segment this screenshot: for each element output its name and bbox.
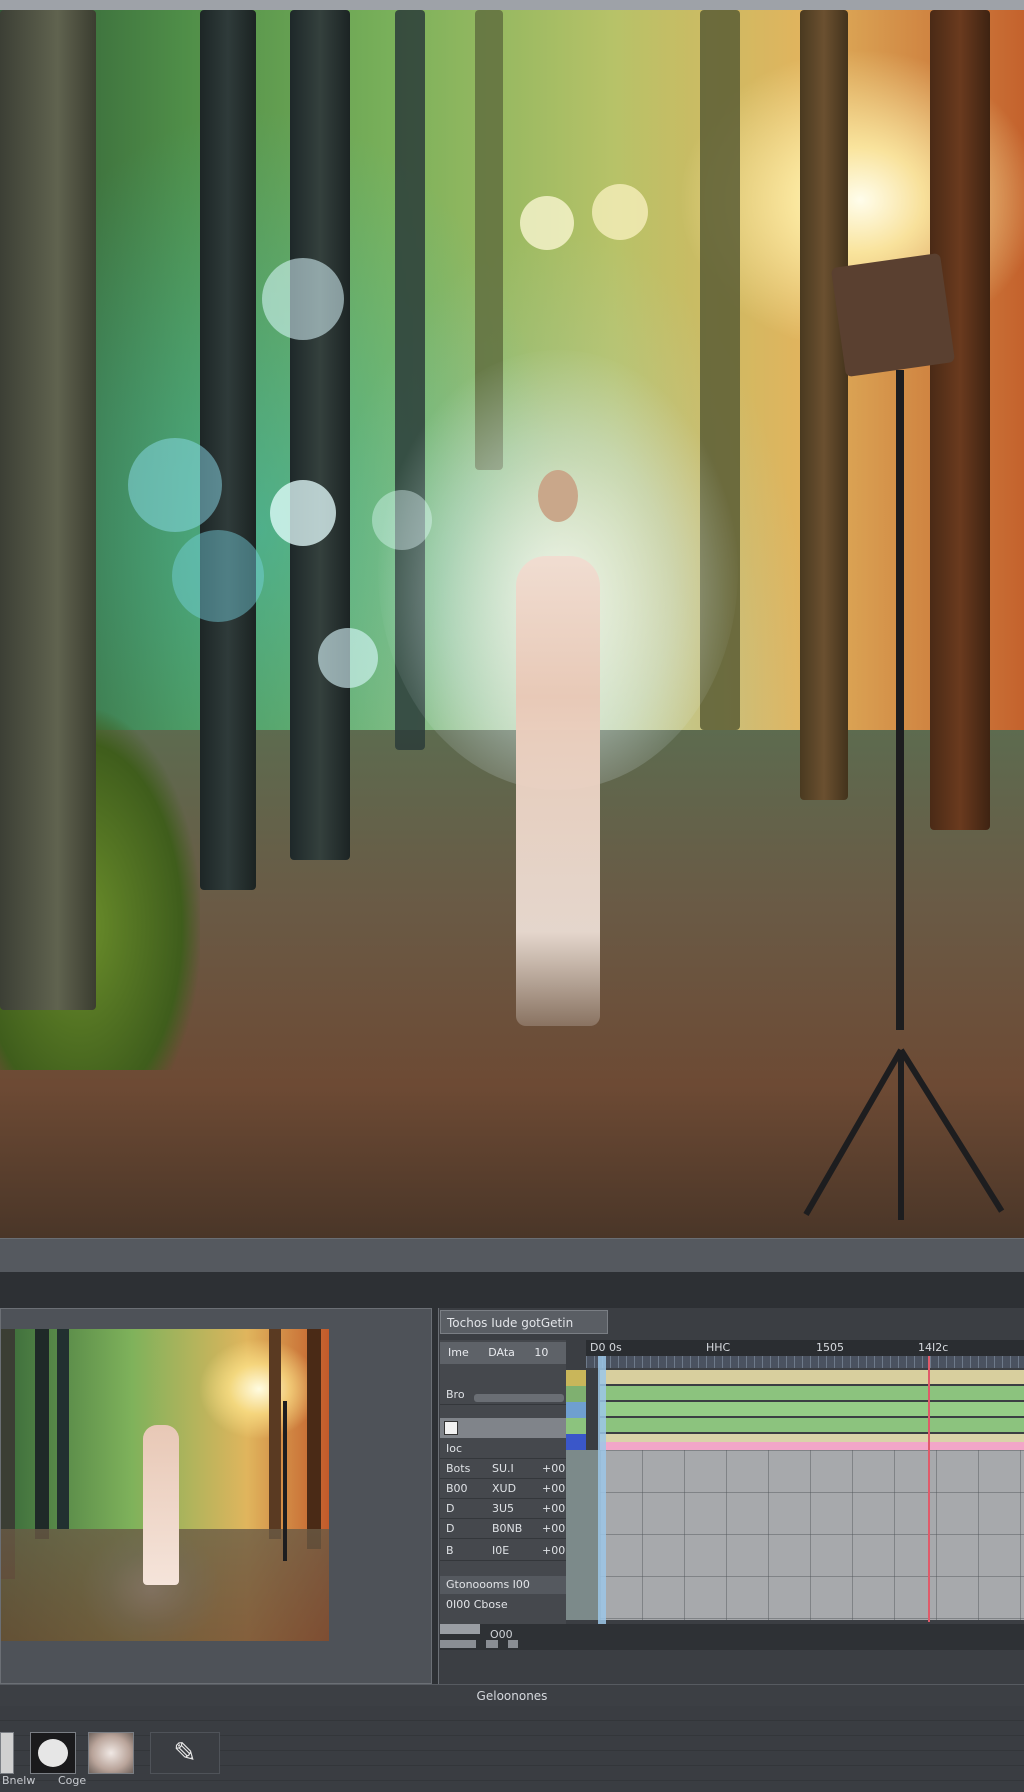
property-key: B00: [446, 1482, 468, 1495]
timeline-ticks[interactable]: [586, 1356, 1024, 1368]
property-key: D: [446, 1522, 455, 1535]
keyframe-grid[interactable]: [600, 1450, 1024, 1620]
lamp-leg: [898, 1050, 904, 1220]
preview-tree: [290, 10, 350, 860]
track-color-keys: [566, 1370, 586, 1450]
lamp-pole: [896, 370, 904, 1030]
brush-label: Bnelw: [2, 1774, 36, 1787]
bokeh-light: [128, 438, 222, 532]
property-key: Ioc: [446, 1442, 463, 1455]
property-value: SU.I: [492, 1462, 514, 1475]
playhead[interactable]: [598, 1356, 606, 1650]
property-value: XUD: [492, 1482, 517, 1495]
soft-brush-preset[interactable]: [88, 1732, 134, 1774]
color-swatch[interactable]: [444, 1421, 458, 1435]
bokeh-light: [318, 628, 378, 688]
timeline-track[interactable]: [600, 1418, 1024, 1432]
figure-dress: [516, 556, 600, 1026]
status-bar: Geloonones: [0, 1684, 1024, 1707]
footer-button[interactable]: [440, 1624, 480, 1634]
bokeh-light: [592, 184, 648, 240]
ruler-label: 14I2c: [918, 1341, 949, 1354]
brush-label: Coge: [58, 1774, 87, 1787]
layer-group[interactable]: 0I00 Cbose: [440, 1596, 566, 1614]
footer-button[interactable]: [486, 1640, 498, 1648]
property-offset: +00: [542, 1482, 566, 1495]
property-key: B: [446, 1544, 454, 1557]
thumb-tree: [35, 1329, 49, 1539]
lamp-head: [830, 252, 956, 378]
bokeh-light: [270, 480, 336, 546]
property-row[interactable]: B I0E +00: [440, 1542, 566, 1561]
timeline-track[interactable]: [600, 1386, 1024, 1400]
thumbnail-panel: [0, 1308, 432, 1684]
property-key: D: [446, 1502, 455, 1515]
timeline-track[interactable]: [600, 1442, 1024, 1450]
property-value: I0E: [492, 1544, 510, 1557]
tab-ten[interactable]: 10: [526, 1342, 556, 1364]
thumbnail-preview[interactable]: [1, 1329, 329, 1641]
property-key: Bots: [446, 1462, 471, 1475]
canvas-preview[interactable]: [0, 10, 1024, 1238]
property-offset: +00: [542, 1544, 566, 1557]
timeline-footer: O00: [440, 1624, 1024, 1650]
timeline-track[interactable]: [600, 1370, 1024, 1384]
marker-line[interactable]: [928, 1356, 930, 1622]
preview-tree: [800, 10, 848, 800]
brush-preset[interactable]: [0, 1732, 14, 1774]
ruler-label: HHC: [706, 1341, 731, 1354]
color-row[interactable]: [440, 1418, 566, 1438]
property-offset: +00: [542, 1462, 566, 1475]
thumb-tree: [57, 1329, 69, 1529]
layer-group[interactable]: Gtonoooms I00: [440, 1576, 566, 1594]
preview-figure: [378, 350, 738, 1030]
thumb-lamp: [283, 1401, 287, 1561]
bokeh-light: [172, 530, 264, 622]
studio-lamp: [803, 220, 1005, 1220]
bokeh-light: [262, 258, 344, 340]
tab-data[interactable]: DAta: [480, 1342, 523, 1364]
preview-tree: [930, 10, 990, 830]
property-row[interactable]: Bots SU.I +00: [440, 1460, 566, 1479]
round-brush-preset[interactable]: [30, 1732, 76, 1774]
pen-icon[interactable]: ✎: [150, 1732, 220, 1774]
bokeh-light: [520, 196, 574, 250]
property-offset: +00: [542, 1522, 566, 1535]
footer-button[interactable]: [440, 1640, 476, 1648]
property-offset: +00: [542, 1502, 566, 1515]
timeline-ruler[interactable]: D0 0s HHC 1505 14I2c: [586, 1340, 1024, 1356]
thumb-tree: [269, 1329, 281, 1539]
property-value: B0NB: [492, 1522, 523, 1535]
status-text: Geloonones: [476, 1689, 548, 1703]
thumb-tree: [307, 1329, 321, 1549]
opacity-slider[interactable]: [474, 1394, 564, 1402]
property-value: 3U5: [492, 1502, 515, 1515]
timeline-track[interactable]: [600, 1402, 1024, 1416]
preview-tree: [200, 10, 256, 890]
panel-divider[interactable]: [0, 1238, 1024, 1274]
property-row[interactable]: B00 XUD +00: [440, 1480, 566, 1499]
preview-tree: [0, 10, 96, 1010]
property-tabs: Ime DAta 10: [440, 1342, 566, 1364]
property-key: Bro: [446, 1388, 465, 1401]
timeline-title[interactable]: Tochos Iude gotGetin: [440, 1310, 608, 1334]
timeline-gutter: [566, 1450, 600, 1620]
thumb-figure: [143, 1425, 179, 1585]
ruler-label: 1505: [816, 1341, 844, 1354]
window-top-bar: [0, 0, 1024, 10]
tab-time[interactable]: Ime: [440, 1342, 477, 1364]
footer-button[interactable]: [508, 1640, 518, 1648]
property-row[interactable]: Ioc: [440, 1440, 566, 1459]
property-row[interactable]: D 3U5 +00: [440, 1500, 566, 1519]
timeline-track[interactable]: [600, 1434, 1024, 1442]
property-row[interactable]: D B0NB +00: [440, 1520, 566, 1539]
figure-head: [538, 470, 578, 522]
ruler-label: D0 0s: [590, 1341, 622, 1354]
